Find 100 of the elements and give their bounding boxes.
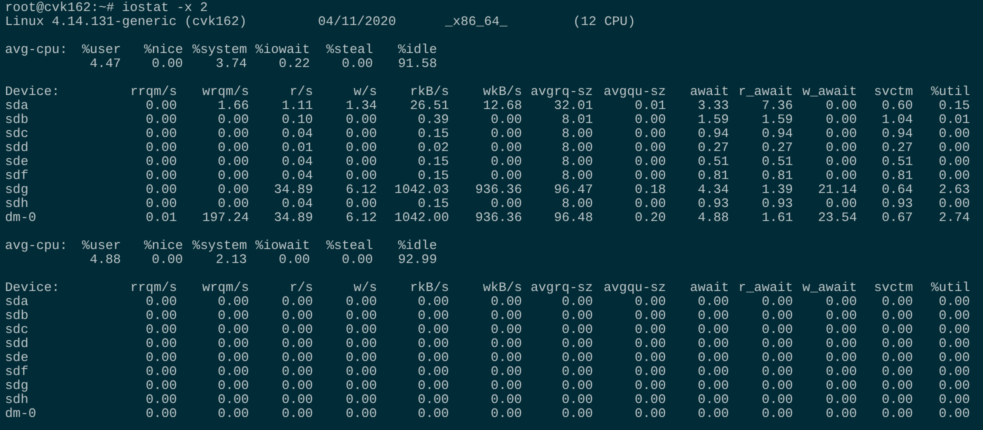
table-cell: 21.14 xyxy=(818,183,857,197)
table-cell: 0.00 xyxy=(490,113,522,127)
table-cell: 0.00 xyxy=(882,337,913,351)
column-header: %idle xyxy=(398,239,437,253)
table-cell: 8.00 xyxy=(562,127,593,141)
column-header: wkB/s xyxy=(482,281,522,295)
table-cell: 0.81 xyxy=(882,169,913,183)
table-cell: 0.00 xyxy=(826,155,857,169)
table-cell: 0.00 xyxy=(882,365,913,379)
table-cell: 0.00 xyxy=(282,309,313,323)
table-cell: 0.00 xyxy=(562,323,593,337)
column-header: rrqm/s xyxy=(130,281,177,295)
column-header: r_await xyxy=(738,281,793,295)
table-cell: 0.00 xyxy=(282,393,313,407)
table-cell: 34.89 xyxy=(274,183,313,197)
table-cell: 0.01 xyxy=(634,99,666,113)
table-cell: 0.00 xyxy=(698,379,729,393)
table-cell: 0.00 xyxy=(218,351,249,365)
table-cell: 0.00 xyxy=(762,295,793,309)
table-cell: 6.12 xyxy=(346,183,377,197)
table-cell: 0.00 xyxy=(342,253,373,267)
table-cell: 0.00 xyxy=(346,323,377,337)
system-info-text: Linux 4.14.131-generic (cvk162) xyxy=(5,15,247,29)
table-cell: 0.00 xyxy=(218,155,249,169)
table-cell: 0.00 xyxy=(490,141,522,155)
column-header: svctm xyxy=(874,85,913,99)
table-cell: 0.00 xyxy=(562,407,593,421)
table-cell: 0.00 xyxy=(218,379,249,393)
column-header: %system xyxy=(192,239,247,253)
column-header: w_await xyxy=(802,85,857,99)
table-cell: 0.00 xyxy=(418,379,449,393)
table-cell: 0.00 xyxy=(346,295,377,309)
command-line: root@cvk162:~# iostat -x 2 xyxy=(5,1,208,15)
table-cell: 8.00 xyxy=(562,155,593,169)
column-header: r_await xyxy=(738,85,793,99)
table-cell: 0.00 xyxy=(418,337,449,351)
column-header: rkB/s xyxy=(410,85,449,99)
table-cell: 0.00 xyxy=(490,351,522,365)
table-cell: 0.00 xyxy=(490,379,522,393)
device-name: sdh xyxy=(5,393,28,407)
table-cell: 0.00 xyxy=(938,393,970,407)
table-cell: 0.00 xyxy=(282,351,313,365)
table-cell: 4.88 xyxy=(90,253,121,267)
table-cell: 1.04 xyxy=(882,113,913,127)
table-cell: 0.00 xyxy=(146,155,177,169)
table-cell: 0.15 xyxy=(418,127,449,141)
table-cell: 0.00 xyxy=(346,309,377,323)
table-cell: 0.00 xyxy=(762,309,793,323)
column-header: avgrq-sz xyxy=(530,85,593,99)
table-cell: 0.00 xyxy=(634,197,666,211)
column-header: %iowait xyxy=(255,239,310,253)
table-cell: 0.00 xyxy=(218,295,249,309)
table-cell: 0.00 xyxy=(762,337,793,351)
column-header: %user xyxy=(82,43,121,57)
table-cell: 936.36 xyxy=(475,211,522,225)
table-cell: 0.00 xyxy=(146,113,177,127)
table-cell: 0.60 xyxy=(882,99,913,113)
table-cell: 0.00 xyxy=(146,295,177,309)
table-cell: 0.00 xyxy=(418,309,449,323)
table-cell: 96.47 xyxy=(554,183,593,197)
table-cell: 0.00 xyxy=(938,169,970,183)
table-cell: 0.00 xyxy=(826,127,857,141)
table-cell: 0.20 xyxy=(634,211,666,225)
device-name: sdb xyxy=(5,309,28,323)
table-cell: 1042.00 xyxy=(394,211,449,225)
table-cell: 0.00 xyxy=(282,379,313,393)
table-cell: 0.67 xyxy=(882,211,913,225)
column-header: await xyxy=(690,85,729,99)
column-header: avgqu-sz xyxy=(604,85,666,99)
table-cell: 0.00 xyxy=(562,365,593,379)
column-header: %nice xyxy=(144,43,183,57)
table-cell: 0.00 xyxy=(826,365,857,379)
table-cell: 0.00 xyxy=(346,113,377,127)
table-cell: 0.04 xyxy=(282,169,313,183)
table-cell: 0.00 xyxy=(826,197,857,211)
table-cell: 3.33 xyxy=(698,99,729,113)
table-cell: 0.00 xyxy=(634,309,666,323)
table-cell: 0.00 xyxy=(698,351,729,365)
table-cell: 0.00 xyxy=(826,99,857,113)
table-cell: 0.00 xyxy=(218,197,249,211)
table-cell: 0.00 xyxy=(634,337,666,351)
table-cell: 0.00 xyxy=(634,365,666,379)
system-info-text: 04/11/2020 xyxy=(318,15,396,29)
table-cell: 0.81 xyxy=(762,169,793,183)
column-header: %steal xyxy=(326,239,373,253)
table-cell: 1.11 xyxy=(282,99,313,113)
section-label: avg-cpu: xyxy=(5,43,68,57)
table-cell: 0.00 xyxy=(346,127,377,141)
table-cell: 0.00 xyxy=(418,393,449,407)
table-cell: 0.93 xyxy=(762,197,793,211)
table-cell: 0.00 xyxy=(218,127,249,141)
table-cell: 0.15 xyxy=(938,99,970,113)
column-header: w/s xyxy=(354,281,377,295)
table-cell: 0.00 xyxy=(938,407,970,421)
table-cell: 0.00 xyxy=(282,337,313,351)
table-cell: 0.39 xyxy=(418,113,449,127)
table-cell: 0.51 xyxy=(762,155,793,169)
table-cell: 0.04 xyxy=(282,127,313,141)
table-cell: 0.00 xyxy=(146,169,177,183)
column-header: %system xyxy=(192,43,247,57)
